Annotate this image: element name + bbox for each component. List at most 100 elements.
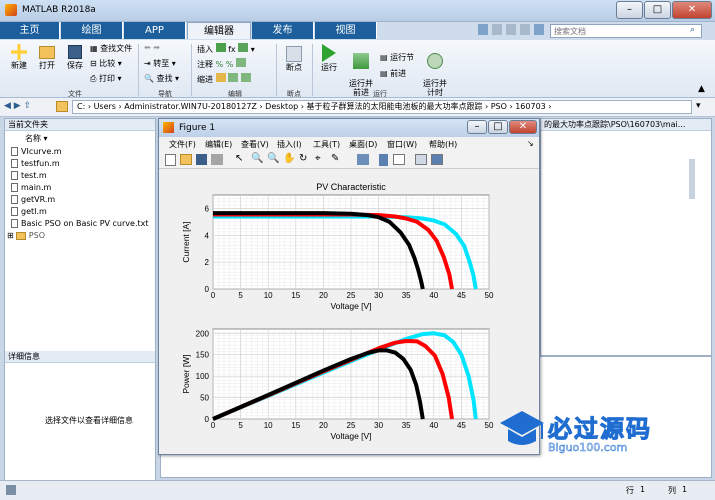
nav-arrows-icon[interactable]: ◀ ▶ ⇧ bbox=[4, 101, 31, 111]
zoom-out-icon[interactable]: 🔍 bbox=[267, 153, 279, 164]
breakpoints-button[interactable]: 断点 bbox=[282, 46, 306, 73]
copy-quick-icon[interactable] bbox=[506, 24, 516, 35]
figure-close-button[interactable]: ✕ bbox=[509, 120, 537, 134]
new-figure-icon[interactable] bbox=[165, 154, 176, 166]
pointer-icon[interactable]: ↖ bbox=[235, 153, 243, 164]
menu-file[interactable]: 文件(F) bbox=[169, 139, 196, 150]
print-figure-icon[interactable] bbox=[211, 154, 223, 165]
file-item[interactable]: testfun.m bbox=[11, 159, 60, 168]
data-cursor-icon[interactable]: ⌖ bbox=[315, 153, 321, 164]
quick-access-toolbar bbox=[378, 24, 548, 37]
plot-tools-icon[interactable] bbox=[415, 154, 427, 165]
save-button[interactable]: 保存 bbox=[62, 44, 88, 71]
y-tick-label: 50 bbox=[200, 394, 209, 403]
tab-plots[interactable]: 绘图 bbox=[61, 22, 123, 39]
x-tick-label: 10 bbox=[264, 291, 273, 300]
find-files-label: 查找文件 bbox=[100, 44, 133, 53]
file-item[interactable]: test.m bbox=[11, 171, 47, 180]
address-dropdown-icon[interactable]: ▾ bbox=[696, 101, 701, 111]
tab-home[interactable]: 主页 bbox=[0, 22, 60, 39]
figure-plot-area[interactable]: 0 5 10 15 20 25 30 35 40 45 50 0 2 4 6 PV Characteristi… bbox=[161, 171, 537, 453]
y-tick-label: 2 bbox=[205, 258, 210, 267]
insert-button[interactable]: 插入 fx ▾ bbox=[197, 43, 255, 55]
brush-icon[interactable]: ✎ bbox=[331, 153, 339, 164]
advance-button[interactable]: ▤ 前进 bbox=[380, 68, 406, 79]
menu-window[interactable]: 窗口(W) bbox=[387, 139, 417, 150]
x-tick-label: 50 bbox=[485, 421, 494, 430]
new-button[interactable]: 新建 bbox=[6, 44, 32, 71]
file-item[interactable]: main.m bbox=[11, 183, 51, 192]
scrollbar[interactable] bbox=[689, 159, 695, 199]
file-name: test.m bbox=[21, 171, 47, 180]
menu-help[interactable]: 帮助(H) bbox=[429, 139, 457, 150]
indent-button[interactable]: 缩进 bbox=[197, 73, 251, 85]
x-tick-label: 25 bbox=[347, 421, 356, 430]
file-item[interactable]: getVR.m bbox=[11, 195, 55, 204]
link-plot-icon[interactable] bbox=[357, 154, 369, 165]
show-plot-tools-icon[interactable] bbox=[431, 154, 443, 165]
save-figure-icon[interactable] bbox=[196, 154, 207, 165]
x-tick-label: 30 bbox=[374, 421, 383, 430]
dock-icon[interactable]: ↘ bbox=[527, 139, 534, 148]
menu-desktop[interactable]: 桌面(D) bbox=[349, 139, 377, 150]
legend-icon[interactable] bbox=[393, 154, 405, 165]
save-quick-icon[interactable] bbox=[478, 24, 488, 35]
file-icon bbox=[11, 219, 18, 228]
collapse-toolstrip-icon[interactable]: ▲ bbox=[698, 84, 705, 94]
tab-view[interactable]: 视图 bbox=[315, 22, 377, 39]
menu-insert[interactable]: 插入(I) bbox=[277, 139, 302, 150]
maximize-button[interactable]: □ bbox=[644, 1, 671, 19]
cut-quick-icon[interactable] bbox=[492, 24, 502, 35]
rotate-icon[interactable]: ↻ bbox=[299, 153, 307, 164]
run-section-label: 运行节 bbox=[390, 53, 415, 62]
menu-edit[interactable]: 编辑(E) bbox=[205, 139, 232, 150]
tab-publish[interactable]: 发布 bbox=[252, 22, 314, 39]
file-icon bbox=[11, 159, 18, 168]
separator bbox=[312, 44, 313, 96]
figure-title: Figure 1 bbox=[179, 123, 216, 133]
details-hint: 选择文件以查看详细信息 bbox=[45, 416, 133, 425]
open-file-icon[interactable] bbox=[180, 154, 192, 165]
comment-button[interactable]: 注释 % % bbox=[197, 58, 246, 70]
address-path[interactable]: C: › Users › Administrator.WIN7U-2018012… bbox=[72, 100, 692, 114]
menu-view[interactable]: 查看(V) bbox=[241, 139, 269, 150]
folder-item[interactable]: ⊞ PSO bbox=[7, 231, 45, 240]
pan-icon[interactable]: ✋ bbox=[283, 153, 295, 164]
minimize-button[interactable]: – bbox=[616, 1, 643, 19]
find-button[interactable]: 🔍 查找 ▾ bbox=[144, 73, 179, 84]
figure-window: Figure 1 – □ ✕ 文件(F) 编辑(E) 查看(V) 插入(I) 工… bbox=[158, 118, 540, 455]
search-input[interactable] bbox=[550, 24, 702, 38]
paste-quick-icon[interactable] bbox=[520, 24, 530, 35]
undo-quick-icon[interactable] bbox=[534, 24, 544, 35]
tab-editor[interactable]: 编辑器 bbox=[187, 22, 251, 39]
figure-maximize-button[interactable]: □ bbox=[488, 120, 508, 134]
find-files-button[interactable]: ▦ 查找文件 bbox=[90, 43, 132, 54]
file-item[interactable]: Basic PSO on Basic PV curve.txt bbox=[11, 219, 149, 228]
zoom-in-icon[interactable]: 🔍 bbox=[251, 153, 263, 164]
plus-icon bbox=[11, 44, 27, 60]
x-tick-label: 50 bbox=[485, 291, 494, 300]
toolstrip: 新建 打开 保存 ▦ 查找文件 ⊟ 比较 ▾ ⎙ 打印 ▾ 文件 ⬅ ➡ ⇥ 转… bbox=[0, 40, 715, 98]
run-button[interactable]: 运行 bbox=[316, 44, 342, 73]
file-item[interactable]: VIcurve.m bbox=[11, 147, 62, 156]
compare-button[interactable]: ⊟ 比较 ▾ bbox=[90, 58, 122, 69]
run-section-button[interactable]: ▤ 运行节 bbox=[380, 52, 414, 63]
goto-button[interactable]: ⇥ 转至 ▾ bbox=[144, 58, 176, 69]
tab-apps[interactable]: APP bbox=[124, 22, 186, 39]
separator bbox=[276, 44, 277, 96]
insert-icon bbox=[215, 43, 226, 52]
folder-icon[interactable] bbox=[56, 101, 68, 112]
colorbar-icon[interactable] bbox=[379, 154, 388, 166]
menu-tools[interactable]: 工具(T) bbox=[313, 139, 340, 150]
name-column-header[interactable]: 名称 ▾ bbox=[25, 133, 48, 144]
back-forward-icons[interactable]: ⬅ ➡ bbox=[144, 43, 160, 52]
print-button[interactable]: ⎙ 打印 ▾ bbox=[90, 73, 122, 84]
title-bar: MATLAB R2018a – □ ✕ bbox=[0, 0, 715, 22]
search-icon[interactable]: ⌕ bbox=[690, 25, 695, 35]
file-item[interactable]: getI.m bbox=[11, 207, 47, 216]
comment-label: 注释 bbox=[197, 60, 213, 69]
open-button[interactable]: 打开 bbox=[34, 44, 60, 71]
figure-minimize-button[interactable]: – bbox=[467, 120, 487, 134]
close-button[interactable]: ✕ bbox=[672, 1, 712, 19]
compare-label: 比较 bbox=[99, 59, 116, 68]
